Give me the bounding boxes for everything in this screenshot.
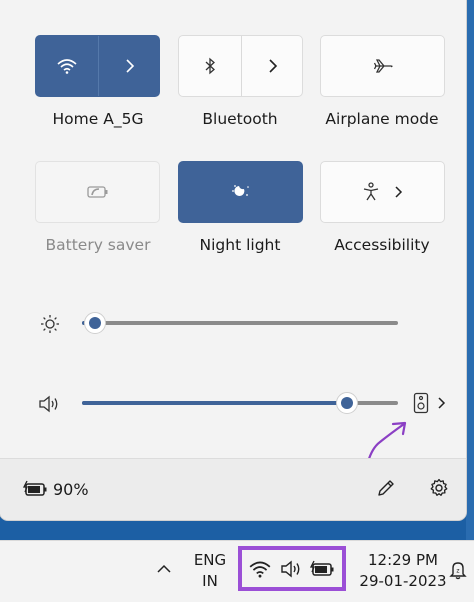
clock-time: 12:29 PM (368, 551, 438, 569)
brightness-track[interactable] (82, 321, 398, 325)
wifi-chevron-button[interactable] (99, 36, 161, 96)
wifi-toggle-button[interactable] (36, 36, 98, 96)
chevron-up-icon[interactable] (154, 561, 174, 577)
bluetooth-icon (204, 57, 216, 75)
pencil-icon[interactable] (375, 477, 397, 499)
battery-saver-tile-label: Battery saver (45, 236, 151, 254)
clock-date: 29-01-2023 (359, 572, 447, 590)
notification-bell-icon[interactable]: z (448, 559, 468, 581)
airplane-mode-tile-label: Airplane mode (325, 110, 439, 128)
brightness-slider-thumb[interactable] (83, 312, 106, 334)
clock[interactable]: 12:29 PM 29-01-2023 (356, 551, 450, 595)
chevron-right-icon (125, 58, 135, 74)
bluetooth-chevron-button[interactable] (242, 36, 304, 96)
wifi-tile-label: Home A_5G (52, 110, 144, 128)
desktop-background (466, 0, 474, 540)
audio-output-icon[interactable] (411, 391, 431, 415)
bluetooth-tile-label: Bluetooth (202, 110, 278, 128)
bluetooth-toggle-button[interactable] (179, 36, 241, 96)
language-region: IN (202, 572, 218, 590)
taskbar: ENG IN 12:29 PM 29-01-2023 z (0, 540, 474, 602)
wifi-icon (56, 57, 78, 75)
chevron-right-icon (268, 58, 278, 74)
quick-settings-panel: Home A_5G Bluetooth Airplane mode Batter… (0, 0, 466, 520)
quick-settings-footer: 90% (0, 458, 466, 520)
language-indicator[interactable]: ENG IN (188, 551, 232, 595)
chevron-right-icon (394, 185, 403, 199)
brightness-icon (39, 313, 61, 335)
volume-slider-thumb[interactable] (336, 392, 359, 414)
tray-highlight-box (238, 546, 346, 591)
airplane-icon (372, 57, 394, 75)
battery-saver-tile[interactable] (35, 161, 160, 223)
wifi-tile (35, 35, 160, 97)
bluetooth-tile (178, 35, 303, 97)
battery-saver-icon (86, 185, 109, 199)
svg-text:z: z (456, 568, 459, 575)
language-code: ENG (193, 551, 227, 569)
night-light-tile[interactable] (178, 161, 303, 223)
battery-percentage: 90% (53, 480, 89, 499)
speaker-icon[interactable] (38, 393, 62, 415)
night-light-icon (230, 182, 252, 202)
chevron-right-icon[interactable] (436, 396, 446, 410)
accessibility-tile[interactable] (320, 161, 445, 223)
gear-icon[interactable] (428, 477, 450, 499)
volume-fill (82, 401, 348, 405)
battery-charging-icon[interactable] (23, 479, 49, 499)
volume-row (0, 383, 466, 423)
accessibility-icon (362, 182, 380, 202)
accessibility-tile-label: Accessibility (334, 236, 430, 254)
brightness-row (0, 303, 466, 343)
night-light-tile-label: Night light (199, 236, 281, 254)
airplane-mode-tile[interactable] (320, 35, 445, 97)
